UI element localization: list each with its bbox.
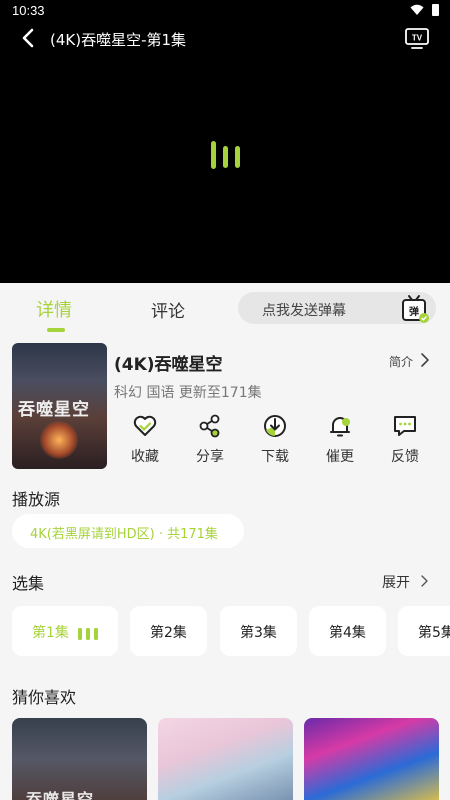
show-meta: 科幻 国语 更新至171集 — [114, 385, 262, 401]
video-title: (4K)吞噬星空-第1集 — [50, 31, 187, 49]
recommendation-poster-art: 吞噬星空 — [26, 790, 95, 800]
tab-indicator — [47, 328, 65, 332]
danmaku-icon-glyph: 弹 — [409, 305, 419, 318]
episode-item-3[interactable]: 第3集 — [220, 606, 297, 656]
feedback-label: 反馈 — [391, 449, 419, 465]
share-icon — [199, 414, 220, 438]
episode-label: 第4集 — [329, 625, 366, 641]
source-chip[interactable]: 4K(若黑屏请到HD区) · 共171集 — [12, 514, 244, 548]
danmaku-input[interactable]: 点我发送弹幕 弹 — [238, 292, 436, 324]
playing-icon — [78, 628, 98, 640]
bell-icon — [330, 417, 350, 437]
urge-update-label: 催更 — [326, 449, 354, 465]
battery-icon — [432, 4, 439, 16]
poster-art — [40, 421, 78, 459]
sources-title: 播放源 — [12, 490, 61, 509]
expand-episodes-link[interactable]: 展开 — [382, 572, 410, 592]
episode-item-1[interactable]: 第1集 — [12, 606, 118, 656]
status-time: 10:33 — [12, 3, 45, 18]
feedback-button[interactable]: 反馈 — [385, 413, 425, 469]
share-label: 分享 — [196, 449, 224, 465]
tab-detail[interactable]: 详情 — [36, 296, 72, 322]
episode-label: 第5集 — [418, 625, 450, 641]
loading-icon — [211, 141, 240, 169]
download-icon — [264, 415, 286, 437]
episode-item-2[interactable]: 第2集 — [130, 606, 207, 656]
download-label: 下载 — [261, 449, 289, 465]
episode-label: 第3集 — [240, 625, 277, 641]
back-icon[interactable] — [17, 26, 41, 50]
episode-label: 第2集 — [150, 625, 187, 641]
favorite-button[interactable]: 收藏 — [125, 413, 165, 469]
cast-tv-icon[interactable]: TV — [404, 26, 430, 50]
expand-chevron-icon[interactable] — [420, 574, 429, 588]
share-button[interactable]: 分享 — [190, 413, 230, 469]
status-bar: 10:33 — [0, 0, 450, 22]
recommendation-card[interactable] — [158, 718, 293, 800]
tab-bar: 详情 评论 点我发送弹幕 弹 — [0, 283, 450, 333]
feedback-icon — [394, 416, 416, 436]
wifi-icon — [410, 4, 424, 15]
urge-update-button[interactable]: 催更 — [320, 413, 360, 469]
source-label: 4K(若黑屏请到HD区) · 共171集 — [30, 527, 218, 542]
svg-text:TV: TV — [412, 34, 423, 43]
heart-icon — [133, 415, 157, 436]
chevron-right-icon[interactable] — [420, 352, 430, 368]
episodes-title: 选集 — [12, 574, 45, 593]
episode-item-4[interactable]: 第4集 — [309, 606, 386, 656]
tab-comments[interactable]: 评论 — [151, 297, 185, 322]
favorite-label: 收藏 — [131, 449, 159, 465]
episode-item-5[interactable]: 第5集 — [398, 606, 450, 656]
episode-label: 第1集 — [32, 625, 69, 641]
show-title: (4K)吞噬星空 — [114, 355, 223, 375]
download-button[interactable]: 下载 — [255, 413, 295, 469]
video-player[interactable]: 10:33 (4K)吞噬星空-第1集 TV — [0, 0, 450, 283]
recommendations-title: 猜你喜欢 — [12, 688, 77, 707]
show-poster[interactable]: 吞噬星空 — [12, 343, 107, 469]
intro-link[interactable]: 简介 — [389, 353, 413, 370]
danmaku-toggle-icon[interactable]: 弹 — [400, 294, 430, 324]
recommendation-card[interactable]: 吞噬星空 — [12, 718, 147, 800]
poster-title-art: 吞噬星空 — [18, 400, 90, 420]
recommendation-card[interactable] — [304, 718, 439, 800]
danmaku-placeholder: 点我发送弹幕 — [262, 303, 346, 319]
